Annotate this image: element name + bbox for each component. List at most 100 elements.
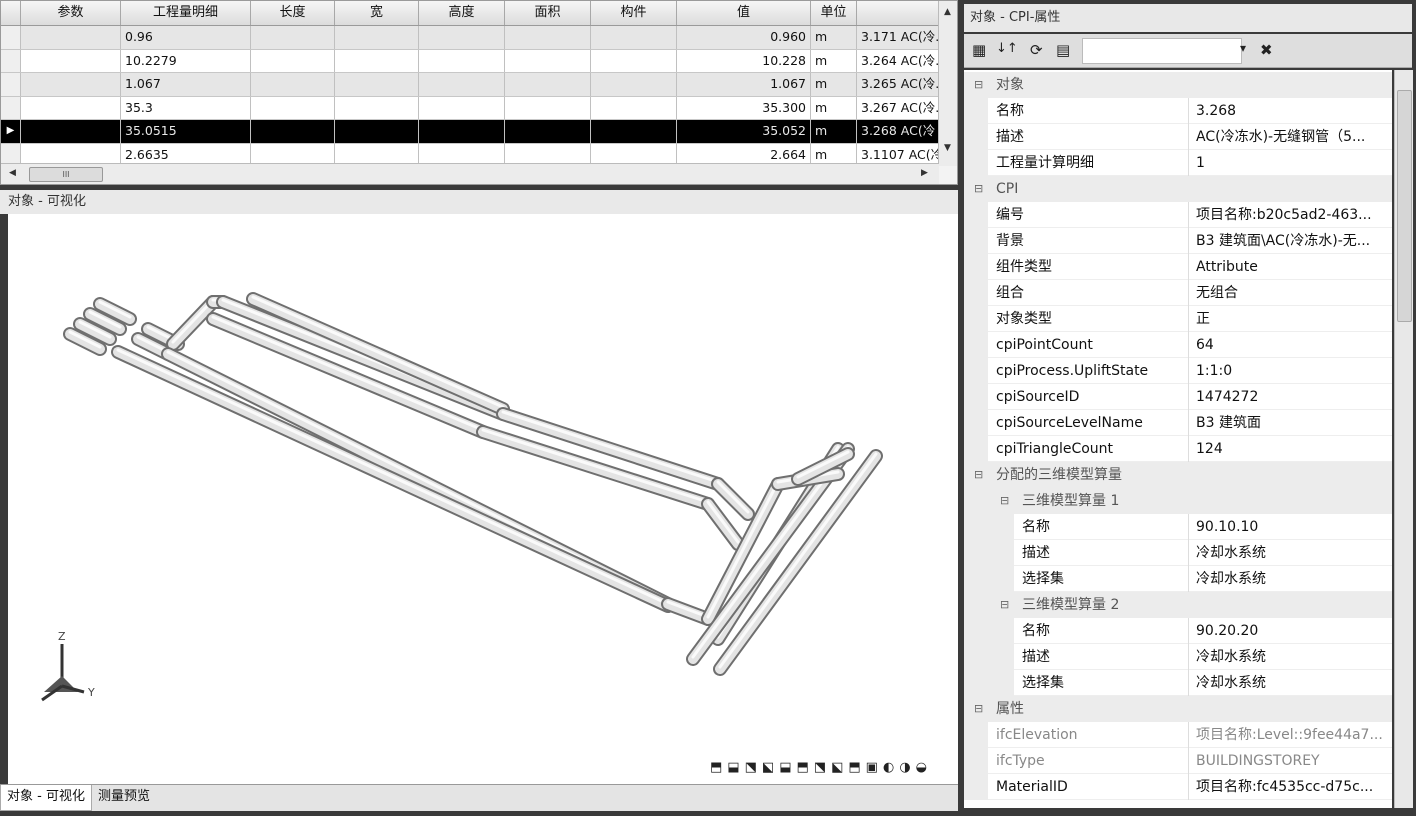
property-row[interactable]: 组件类型 Attribute xyxy=(964,254,1392,280)
column-header[interactable] xyxy=(1,1,21,25)
property-value[interactable]: 3.268 xyxy=(1196,98,1386,124)
cell-detail[interactable]: 35.3 xyxy=(121,96,251,120)
scroll-right-icon[interactable]: ▶ xyxy=(921,168,928,178)
view-tool-icon[interactable]: ◒ xyxy=(916,760,927,778)
property-value[interactable]: 项目名称:b20c5ad2-463... xyxy=(1196,202,1386,228)
sort-alphabetical-icon[interactable]: ↓↑ xyxy=(996,41,1018,56)
cell-area[interactable] xyxy=(505,73,591,96)
view-tool-icon[interactable]: ⬒ xyxy=(710,760,722,778)
cell-extra[interactable]: 3.265 AC(冷. xyxy=(857,73,939,96)
property-row[interactable]: cpiProcess.UpliftState 1:1:0 xyxy=(964,358,1392,384)
table-row[interactable]: 0.96 0.960 m 3.171 AC(冷. xyxy=(1,26,939,50)
cell-param[interactable] xyxy=(21,96,121,120)
property-row[interactable]: 工程量计算明细 1 xyxy=(964,150,1392,176)
property-value[interactable]: 项目名称:fc4535cc-d75c... xyxy=(1196,774,1386,800)
property-value[interactable]: B3 建筑面\AC(冷冻水)-无... xyxy=(1196,228,1386,254)
column-header[interactable]: 值 xyxy=(677,1,811,25)
column-header[interactable]: 参数 xyxy=(21,1,121,25)
cell-value[interactable]: 0.960 xyxy=(677,26,811,49)
column-header[interactable]: 高度 xyxy=(419,1,505,25)
property-value[interactable]: 90.20.20 xyxy=(1196,618,1386,644)
column-divider[interactable] xyxy=(1188,722,1189,748)
column-divider[interactable] xyxy=(1188,436,1189,462)
cell-value[interactable]: 35.052 xyxy=(677,120,811,143)
column-divider[interactable] xyxy=(1188,124,1189,150)
column-divider[interactable] xyxy=(1188,410,1189,436)
property-filter-input[interactable] xyxy=(1082,38,1242,64)
property-value[interactable]: 1 xyxy=(1196,150,1386,176)
pipe-model-view[interactable] xyxy=(8,214,958,784)
row-header[interactable] xyxy=(1,73,21,96)
column-divider[interactable] xyxy=(1188,384,1189,410)
cell-detail[interactable]: 0.96 xyxy=(121,26,251,49)
cell-height[interactable] xyxy=(419,120,505,143)
property-value[interactable]: 1:1:0 xyxy=(1196,358,1386,384)
column-divider[interactable] xyxy=(1188,332,1189,358)
cell-component[interactable] xyxy=(591,73,677,96)
column-header[interactable] xyxy=(857,1,939,25)
cell-component[interactable] xyxy=(591,49,677,73)
horizontal-scroll-thumb[interactable]: III xyxy=(29,167,103,182)
table-row[interactable]: 35.3 35.300 m 3.267 AC(冷. xyxy=(1,96,939,121)
property-category[interactable]: ⊟ 属性 xyxy=(964,696,1392,722)
column-divider[interactable] xyxy=(1188,774,1189,800)
property-row[interactable]: ifcType BUILDINGSTOREY xyxy=(964,748,1392,774)
property-category[interactable]: ⊟ 分配的三维模型算量 xyxy=(964,462,1392,488)
property-row[interactable]: 选择集 冷却水系统 xyxy=(964,670,1392,696)
property-value[interactable]: B3 建筑面 xyxy=(1196,410,1386,436)
row-header[interactable]: ▶ xyxy=(1,120,21,143)
collapse-icon[interactable]: ⊟ xyxy=(974,72,983,98)
cell-extra[interactable]: 3.268 AC(冷 xyxy=(857,120,939,143)
property-value[interactable]: 64 xyxy=(1196,332,1386,358)
collapse-icon[interactable]: ⊟ xyxy=(974,176,983,202)
property-value[interactable]: 正 xyxy=(1196,306,1386,332)
cell-component[interactable] xyxy=(591,120,677,143)
cell-area[interactable] xyxy=(505,96,591,120)
cell-height[interactable] xyxy=(419,26,505,49)
row-header[interactable] xyxy=(1,96,21,120)
cell-length[interactable] xyxy=(251,49,335,73)
view-tool-icon[interactable]: ⬒ xyxy=(848,760,860,778)
property-value[interactable]: 项目名称:Level::9fee44a7... xyxy=(1196,722,1386,748)
collapse-icon[interactable]: ⊟ xyxy=(1000,488,1009,514)
cell-value[interactable]: 1.067 xyxy=(677,73,811,96)
view-tool-icon[interactable]: ⬓ xyxy=(727,760,739,778)
property-row[interactable]: cpiSourceLevelName B3 建筑面 xyxy=(964,410,1392,436)
property-row[interactable]: 组合 无组合 xyxy=(964,280,1392,306)
column-divider[interactable] xyxy=(1188,280,1189,306)
cell-width[interactable] xyxy=(335,26,419,49)
row-header[interactable] xyxy=(1,26,21,49)
cell-param[interactable] xyxy=(21,49,121,73)
property-row[interactable]: 选择集 冷却水系统 xyxy=(964,566,1392,592)
column-divider[interactable] xyxy=(1188,306,1189,332)
collapse-icon[interactable]: ⊟ xyxy=(1000,592,1009,618)
view-tool-icon[interactable]: ⬔ xyxy=(814,760,826,778)
column-divider[interactable] xyxy=(1188,540,1189,566)
categorized-icon[interactable]: ▦ xyxy=(972,41,986,59)
property-row[interactable]: 背景 B3 建筑面\AC(冷冻水)-无... xyxy=(964,228,1392,254)
property-row[interactable]: MaterialID 项目名称:fc4535cc-d75c... xyxy=(964,774,1392,800)
property-row[interactable]: cpiPointCount 64 xyxy=(964,332,1392,358)
property-row[interactable]: 名称 90.20.20 xyxy=(964,618,1392,644)
property-pages-icon[interactable]: ▤ xyxy=(1056,41,1070,59)
property-value[interactable]: 冷却水系统 xyxy=(1196,670,1386,696)
cell-height[interactable] xyxy=(419,96,505,120)
cell-detail[interactable]: 1.067 xyxy=(121,73,251,96)
cell-length[interactable] xyxy=(251,26,335,49)
cell-value[interactable]: 10.228 xyxy=(677,49,811,73)
property-row[interactable]: 描述 冷却水系统 xyxy=(964,540,1392,566)
grid-vertical-scrollbar[interactable]: ▲ ▼ xyxy=(938,1,957,166)
column-header[interactable]: 宽 xyxy=(335,1,419,25)
cell-width[interactable] xyxy=(335,49,419,73)
view-tool-icon[interactable]: ▣ xyxy=(866,760,878,778)
view-tool-icon[interactable]: ⬔ xyxy=(745,760,757,778)
column-divider[interactable] xyxy=(1188,98,1189,124)
property-row[interactable]: cpiTriangleCount 124 xyxy=(964,436,1392,462)
cell-detail[interactable]: 35.0515 xyxy=(121,120,251,143)
cell-unit[interactable]: m xyxy=(811,96,857,120)
column-divider[interactable] xyxy=(1188,618,1189,644)
property-category[interactable]: ⊟ 三维模型算量 2 xyxy=(964,592,1392,618)
cell-param[interactable] xyxy=(21,73,121,96)
column-divider[interactable] xyxy=(1188,748,1189,774)
cell-component[interactable] xyxy=(591,96,677,120)
